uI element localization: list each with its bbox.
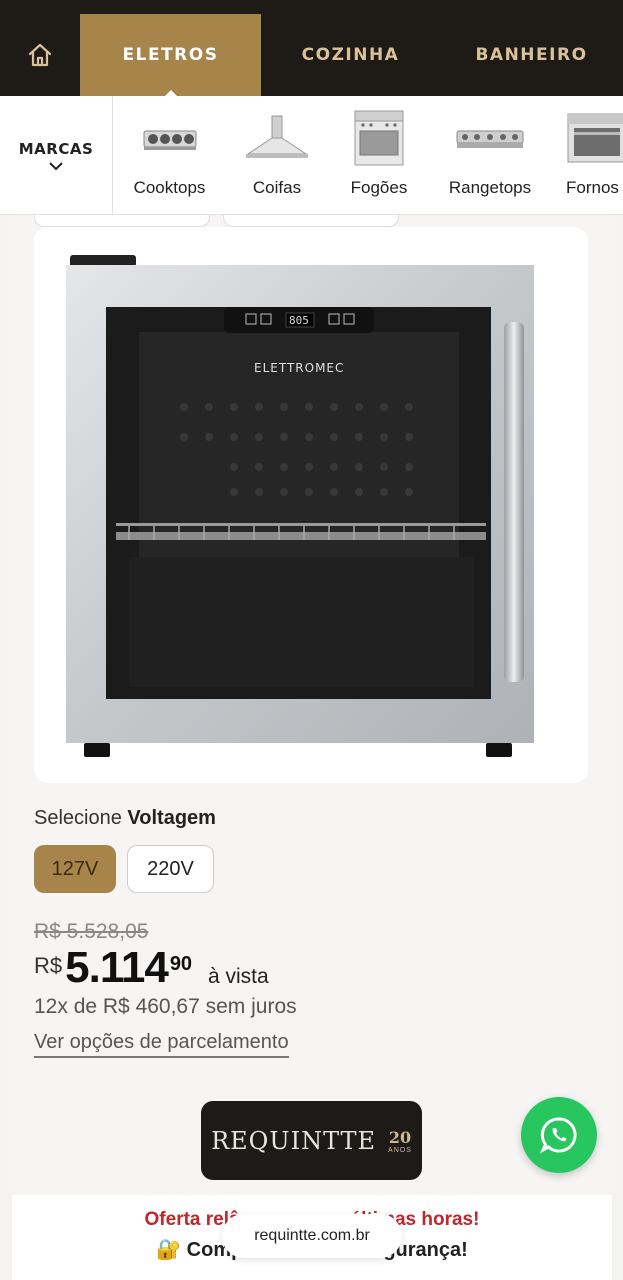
hidden-button-right[interactable] [223,215,399,227]
category-coifas-label: Coifas [252,178,302,197]
store-logo-years-label: ANOS [388,1146,412,1154]
category-cooktops[interactable]: Cooktops [122,96,217,214]
rangetop-icon [456,130,524,148]
whatsapp-icon [539,1117,577,1154]
cooktop-icon [143,130,196,150]
svg-text:ELETTROMEC: ELETTROMEC [254,361,344,375]
category-fornos-label: Fornos [566,178,619,197]
category-bar: MARCAS Cooktops Coifas Fogões Rangetops … [0,96,623,215]
category-fogoes[interactable]: Fogões [340,96,418,214]
voltage-option-220v-label: 220V [147,857,194,880]
price-currency: R$ [34,953,63,978]
tab-eletros-label: ELETROS [122,45,219,65]
tab-cozinha[interactable]: COZINHA [261,14,440,96]
installments-link[interactable]: Ver opções de parcelamento [34,1031,289,1058]
store-logo-anniversary: 20 ANOS [388,1128,412,1154]
tab-cozinha-label: COZINHA [301,45,400,65]
home-icon [28,43,52,67]
voltage-label: Voltagem [127,807,216,829]
price-suffix: à vista [208,965,269,988]
category-rangetops-label: Rangetops [448,178,532,197]
lock-icon: 🔐 [156,1239,182,1261]
product-section: 805 ELETTROMEC Selecione Voltagem 127V 2… [12,215,612,1280]
price-cents: 90 [169,953,193,975]
voltage-prefix: Selecione [34,807,122,829]
voltage-option-127v[interactable]: 127V [34,845,116,893]
oven-icon [567,113,623,163]
brands-label: MARCAS [18,140,94,158]
stove-icon [354,110,404,166]
brands-dropdown[interactable]: MARCAS [0,96,113,214]
wine-cooler-image: 805 ELETTROMEC [66,255,534,757]
category-coifas[interactable]: Coifas [237,96,317,214]
price-integer: 5.114 [65,943,169,992]
range-hood-icon [246,115,308,158]
whatsapp-button[interactable] [521,1097,597,1173]
tab-eletros[interactable]: ELETROS [80,14,261,96]
product-image[interactable]: 805 ELETTROMEC [34,227,588,783]
home-button[interactable] [0,14,80,96]
voltage-option-127v-label: 127V [51,857,99,880]
category-rangetops[interactable]: Rangetops [440,96,540,214]
current-price: R$ 5.114 90 [34,943,192,993]
chevron-down-icon [49,162,63,171]
url-pill[interactable]: requintte.com.br [222,1214,402,1258]
category-fornos[interactable]: Fornos [566,96,623,214]
tab-banheiro-label: BANHEIRO [475,45,588,65]
store-logo: REQUINTTE 20 ANOS [201,1101,422,1180]
store-logo-name: REQUINTTE [211,1126,377,1155]
category-cooktops-label: Cooktops [133,178,206,197]
top-nav: ELETROS COZINHA BANHEIRO [0,0,623,96]
tab-banheiro[interactable]: BANHEIRO [440,14,623,96]
hidden-button-left[interactable] [34,215,210,227]
installments-text: 12x de R$ 460,67 sem juros [34,995,297,1018]
old-price: R$ 5.528,05 [34,920,149,943]
store-logo-years: 20 [388,1127,412,1147]
voltage-title: Selecione Voltagem [34,807,216,830]
url-text: requintte.com.br [254,1227,370,1244]
voltage-option-220v[interactable]: 220V [127,845,214,893]
category-fogoes-label: Fogões [350,178,408,197]
svg-text:805: 805 [289,314,309,327]
